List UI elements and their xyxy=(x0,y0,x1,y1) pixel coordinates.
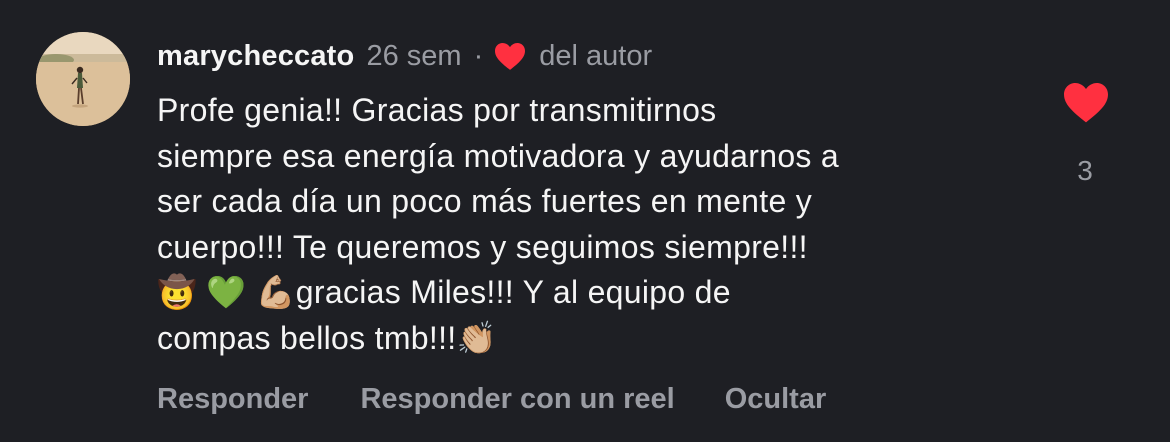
comment-text: Profe genia!! Gracias por transmitirnos … xyxy=(157,92,840,356)
hide-button[interactable]: Ocultar xyxy=(725,383,827,416)
heart-icon[interactable] xyxy=(1061,80,1111,124)
timestamp: 26 sem xyxy=(366,39,462,72)
avatar-photo xyxy=(36,32,130,126)
comment-header: marycheccato 26 sem · del autor xyxy=(157,38,652,74)
like-count: 3 xyxy=(1077,155,1093,186)
username-link[interactable]: marycheccato xyxy=(157,40,354,73)
reply-button[interactable]: Responder xyxy=(157,383,308,416)
reply-with-reel-button[interactable]: Responder con un reel xyxy=(360,383,674,416)
comment-item: marycheccato 26 sem · del autor Profe ge… xyxy=(0,0,1170,442)
author-heart-icon xyxy=(493,41,527,71)
author-like-label: del autor xyxy=(539,39,653,72)
avatar[interactable] xyxy=(36,32,130,126)
comment-actions: Responder Responder con un reel Ocultar xyxy=(157,383,826,416)
separator-dot: · xyxy=(473,39,484,72)
